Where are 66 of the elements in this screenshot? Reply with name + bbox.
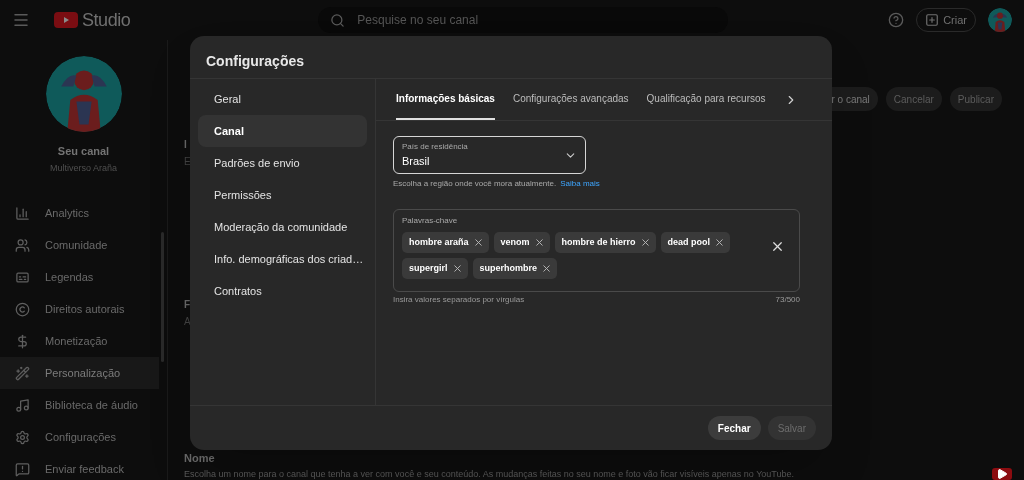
character-counter: 73/500 — [775, 294, 800, 306]
settings-nav-item[interactable]: Permissões — [198, 179, 367, 211]
settings-nav-item[interactable]: Moderação da comunidade — [198, 211, 367, 243]
sidebar-item[interactable]: Configurações — [0, 421, 167, 453]
text-fragment: F — [184, 298, 190, 312]
dollar-icon — [15, 333, 30, 349]
remove-icon[interactable] — [472, 237, 484, 248]
sidebar-item[interactable]: Monetização — [0, 325, 159, 357]
sidebar-item[interactable]: Personalização — [0, 357, 159, 389]
bar-chart-icon — [15, 205, 30, 221]
copyright-icon — [15, 301, 30, 317]
settings-nav-item[interactable]: Canal — [198, 115, 367, 147]
keyword-chip[interactable]: hombre araña — [402, 232, 489, 253]
country-dropdown[interactable]: País de residência Brasil — [393, 136, 586, 174]
tab[interactable]: Qualificação para recursos — [646, 79, 766, 120]
sidebar-item[interactable]: Direitos autorais — [0, 293, 159, 325]
settings-nav-item[interactable]: Info. demográficas dos criad… — [198, 243, 367, 275]
dialog-button[interactable]: Fechar — [707, 416, 761, 440]
remove-icon[interactable] — [639, 237, 651, 248]
remove-icon[interactable] — [714, 237, 726, 248]
sidebar-item[interactable]: Comunidade — [0, 229, 159, 261]
settings-nav-item[interactable]: Contratos — [198, 275, 367, 307]
text-fragment: I — [184, 138, 188, 152]
keyword-chip[interactable]: hombre de hierro — [554, 232, 656, 253]
tab[interactable]: Configurações avançadas — [512, 79, 629, 120]
search-icon — [330, 12, 346, 28]
keyword-chip[interactable]: dead pool — [660, 232, 731, 253]
sidebar-item[interactable]: Legendas — [0, 261, 159, 293]
youtube-icon — [992, 468, 1012, 480]
field-label: Palavras-chave — [402, 215, 459, 227]
people-icon — [15, 237, 30, 253]
feedback-icon — [15, 461, 30, 477]
remove-icon[interactable] — [451, 263, 463, 274]
header-button[interactable]: r o canal — [829, 87, 878, 111]
tab[interactable]: Informações básicas — [396, 79, 495, 120]
learn-more-link[interactable]: Saiba mais — [560, 178, 600, 190]
keyword-chip[interactable]: supergirl — [402, 258, 468, 279]
help-icon[interactable] — [888, 12, 905, 28]
music-note-icon — [15, 397, 30, 413]
remove-icon[interactable] — [541, 263, 553, 274]
settings-nav-item[interactable]: Padrões de envio — [198, 147, 367, 179]
remove-icon[interactable] — [533, 237, 545, 248]
search-field[interactable]: Pesquise no seu canal — [357, 11, 717, 29]
logo-icon — [54, 12, 78, 28]
sidebar-item[interactable]: Enviar feedback — [0, 453, 167, 480]
dialog-title: Configurações — [206, 52, 304, 71]
field-value: Brasil — [402, 153, 431, 169]
channel-title: Seu canal — [57, 144, 110, 159]
field-label: País de residência — [402, 140, 469, 153]
keyword-chip[interactable]: venom — [493, 232, 550, 253]
hint-text: Insira valores separados por vírgulas — [393, 294, 525, 306]
sidebar-item[interactable]: Biblioteca de áudio — [0, 389, 159, 421]
settings-nav-item[interactable]: Geral — [198, 83, 367, 115]
menu-icon[interactable] — [12, 11, 30, 29]
settings-icon — [15, 429, 30, 445]
subtitles-icon — [15, 269, 30, 285]
section-title: Nome — [184, 450, 215, 466]
keyword-chip[interactable]: superhombre — [472, 258, 558, 279]
add-video-icon — [925, 13, 940, 27]
logo-text: Studio — [82, 8, 131, 32]
help-text: Escolha a região onde você mora atualmente. — [393, 178, 557, 190]
keywords-field[interactable]: Palavras-chave hombre araña venom hombre de hierro dead pool supergirl superhombre — [393, 209, 800, 292]
sidebar-item[interactable]: Analytics — [0, 197, 159, 229]
clear-icon[interactable] — [770, 239, 785, 254]
search-bar[interactable]: Pesquise no seu canal — [318, 7, 729, 33]
magic-wand-icon — [15, 365, 30, 381]
